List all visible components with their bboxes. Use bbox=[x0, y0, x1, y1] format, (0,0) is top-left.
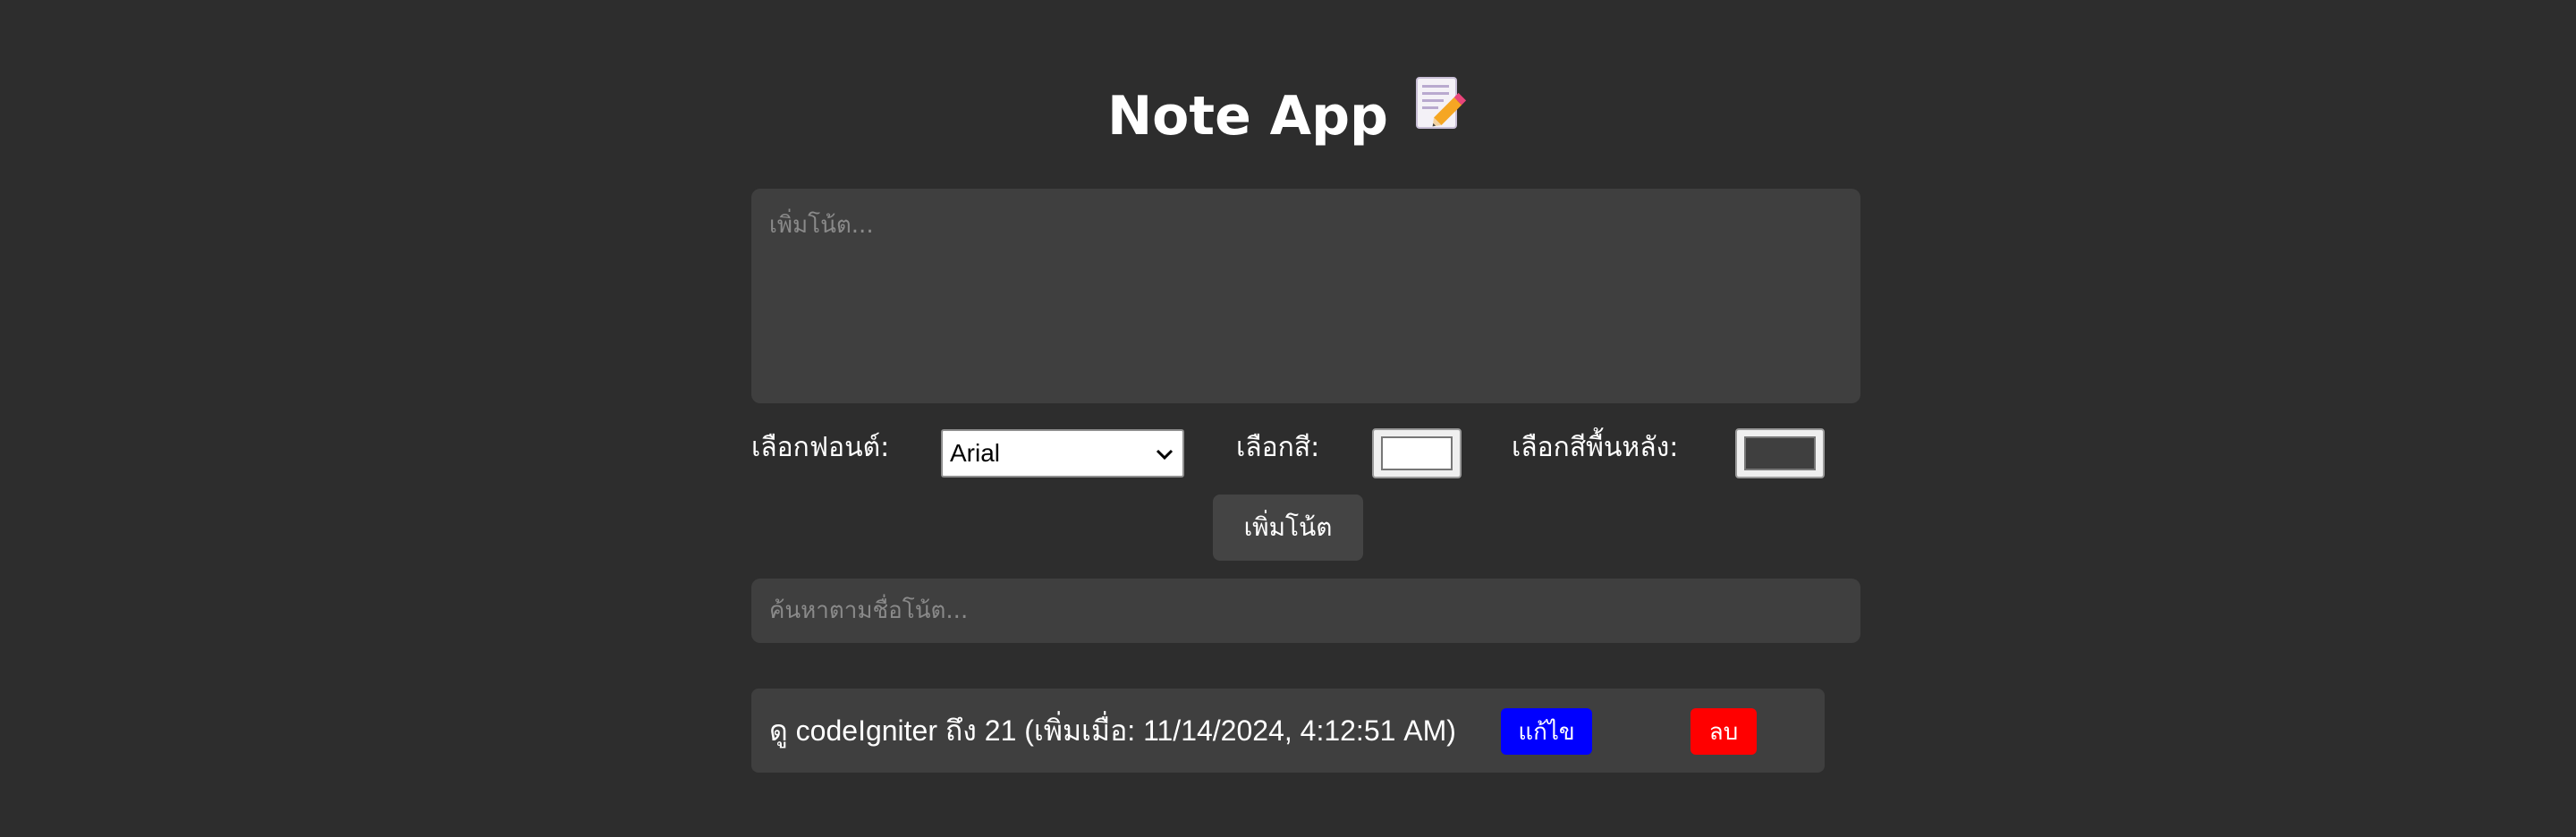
font-select-value: Arial bbox=[950, 439, 1001, 467]
search-input[interactable] bbox=[751, 579, 1860, 643]
font-label: เลือกฟอนต์: bbox=[751, 432, 890, 463]
text-color-swatch bbox=[1381, 436, 1453, 470]
page-title: Note App bbox=[0, 77, 2576, 158]
add-note-button[interactable]: เพิ่มโน้ต bbox=[1213, 495, 1363, 561]
font-select[interactable]: Arial bbox=[941, 429, 1184, 478]
memo-icon bbox=[1413, 74, 1469, 153]
delete-button[interactable]: ลบ bbox=[1690, 708, 1757, 755]
bg-color-label: เลือกสีพื้นหลัง: bbox=[1512, 432, 1679, 463]
text-color-picker[interactable] bbox=[1372, 428, 1462, 478]
list-item: ดู codeIgniter ถึง 21 (เพิ่มเมื่อ: 11/14… bbox=[751, 689, 1825, 773]
note-input[interactable] bbox=[751, 189, 1860, 403]
chevron-down-icon bbox=[1154, 443, 1175, 471]
color-label: เลือกสี: bbox=[1236, 432, 1320, 463]
bg-color-swatch bbox=[1744, 436, 1816, 470]
page-title-text: Note App bbox=[1106, 85, 1389, 148]
note-text: ดู codeIgniter ถึง 21 (เพิ่มเมื่อ: 11/14… bbox=[769, 714, 1456, 747]
bg-color-picker[interactable] bbox=[1735, 428, 1825, 478]
edit-button[interactable]: แก้ไข bbox=[1501, 708, 1592, 755]
